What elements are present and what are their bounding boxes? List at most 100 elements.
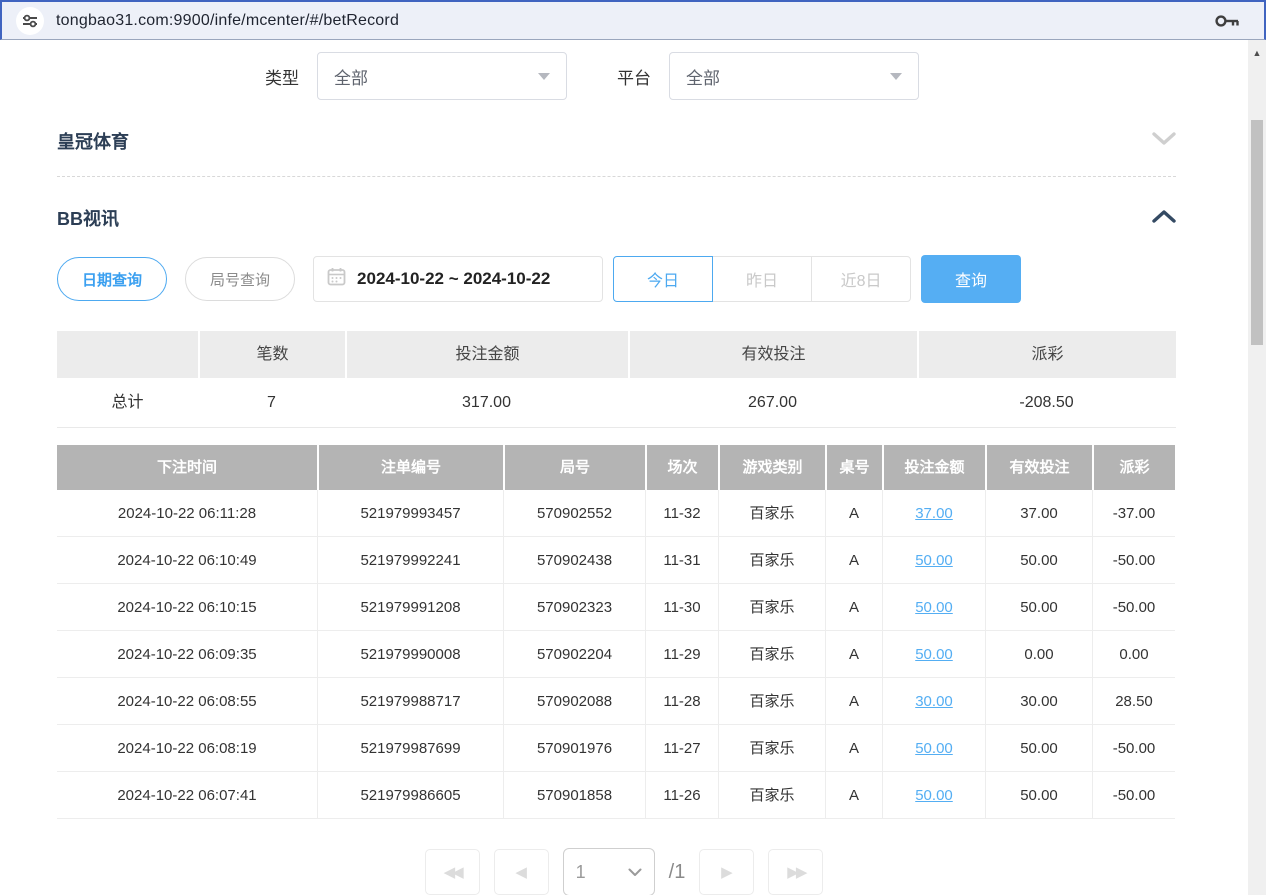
type-filter-select[interactable]: 全部 [317, 52, 567, 100]
session: 11-28 [645, 678, 718, 725]
bet-record-page: 类型 全部 平台 全部 皇冠体育 BB视讯 [0, 40, 1248, 895]
left-arrow-icon: ◀ [515, 863, 527, 881]
password-key-icon[interactable] [1214, 12, 1250, 30]
summary-col-blank [57, 331, 198, 378]
bet-amount-value[interactable]: 50.00 [915, 646, 953, 663]
chevron-up-icon[interactable] [1152, 209, 1176, 228]
date-range-input[interactable]: 2024-10-22 ~ 2024-10-22 [313, 256, 603, 302]
col-header-game-type: 游戏类别 [718, 445, 825, 490]
game-type: 百家乐 [718, 772, 825, 819]
yesterday-button[interactable]: 昨日 [712, 256, 812, 302]
site-settings-icon[interactable] [16, 7, 44, 35]
next-page-button[interactable]: ▶ [699, 849, 754, 895]
bet-amount-value[interactable]: 50.00 [915, 787, 953, 804]
payout: -50.00 [1092, 537, 1175, 584]
platform-filter-value: 全部 [686, 64, 720, 89]
bet-time: 2024-10-22 06:10:15 [57, 584, 317, 631]
payout: 0.00 [1092, 631, 1175, 678]
prev-page-button[interactable]: ◀ [494, 849, 549, 895]
scrollbar-thumb[interactable] [1251, 120, 1263, 345]
table-row: 2024-10-22 06:09:35521979990008570902204… [57, 631, 1176, 678]
type-filter-value: 全部 [334, 64, 368, 89]
col-header-payout: 派彩 [1092, 445, 1175, 490]
payout: -50.00 [1092, 772, 1175, 819]
bet-id: 521979986605 [317, 772, 503, 819]
today-button[interactable]: 今日 [613, 256, 713, 302]
yesterday-label: 昨日 [746, 267, 778, 291]
valid-bet: 50.00 [985, 537, 1092, 584]
table-row: 2024-10-22 06:07:41521979986605570901858… [57, 772, 1176, 819]
bet-amount-link[interactable]: 50.00 [882, 537, 985, 584]
summary-col-payout: 派彩 [917, 331, 1176, 378]
vertical-scrollbar[interactable]: ▲ [1248, 40, 1266, 895]
bet-amount-value[interactable]: 50.00 [915, 552, 953, 569]
type-filter-label: 类型 [265, 64, 299, 89]
browser-address-bar: tongbao31.com:9900/infe/mcenter/#/betRec… [0, 0, 1266, 40]
col-header-table-no: 桌号 [825, 445, 882, 490]
bet-amount-value[interactable]: 50.00 [915, 740, 953, 757]
caret-down-icon [538, 73, 550, 80]
chevron-down-icon [628, 868, 642, 877]
session: 11-27 [645, 725, 718, 772]
quick-range-group: 今日 昨日 近8日 [613, 256, 911, 302]
first-page-button[interactable]: ◀◀ [425, 849, 480, 895]
round-query-button[interactable]: 局号查询 [185, 257, 295, 301]
section-title-crown-sports: 皇冠体育 [57, 128, 129, 154]
table-no: A [825, 584, 882, 631]
bet-amount-value[interactable]: 30.00 [915, 693, 953, 710]
summary-table: 笔数 投注金额 有效投注 派彩 总计 7 317.00 267.00 -208.… [57, 331, 1176, 428]
table-row: 2024-10-22 06:08:19521979987699570901976… [57, 725, 1176, 772]
summary-total-row: 总计 7 317.00 267.00 -208.50 [57, 378, 1176, 428]
session: 11-31 [645, 537, 718, 584]
table-row: 2024-10-22 06:10:15521979991208570902323… [57, 584, 1176, 631]
chevron-down-icon[interactable] [1152, 132, 1176, 151]
valid-bet: 50.00 [985, 584, 1092, 631]
round-id: 570902204 [503, 631, 645, 678]
game-type: 百家乐 [718, 725, 825, 772]
bet-time: 2024-10-22 06:09:35 [57, 631, 317, 678]
round-id: 570902552 [503, 490, 645, 537]
date-range-value: 2024-10-22 ~ 2024-10-22 [357, 269, 550, 289]
session: 11-29 [645, 631, 718, 678]
payout: 28.50 [1092, 678, 1175, 725]
date-query-button[interactable]: 日期查询 [57, 257, 167, 301]
session: 11-32 [645, 490, 718, 537]
col-header-bet-id: 注单编号 [317, 445, 503, 490]
session: 11-30 [645, 584, 718, 631]
bet-amount-link[interactable]: 50.00 [882, 631, 985, 678]
col-header-bet-time: 下注时间 [57, 445, 317, 490]
summary-total-valid: 267.00 [628, 378, 917, 427]
date-query-label: 日期查询 [82, 269, 142, 290]
bet-amount-value[interactable]: 50.00 [915, 599, 953, 616]
bet-id: 521979993457 [317, 490, 503, 537]
col-header-session: 场次 [645, 445, 718, 490]
summary-total-bet: 317.00 [345, 378, 628, 427]
bet-amount-link[interactable]: 37.00 [882, 490, 985, 537]
url-text[interactable]: tongbao31.com:9900/infe/mcenter/#/betRec… [56, 12, 399, 30]
section-crown-sports[interactable]: 皇冠体育 [57, 128, 1176, 154]
table-row: 2024-10-22 06:08:55521979988717570902088… [57, 678, 1176, 725]
recent8-button[interactable]: 近8日 [811, 256, 911, 302]
table-no: A [825, 725, 882, 772]
summary-total-count: 7 [198, 378, 345, 427]
bet-time: 2024-10-22 06:08:19 [57, 725, 317, 772]
valid-bet: 50.00 [985, 725, 1092, 772]
bet-amount-link[interactable]: 50.00 [882, 772, 985, 819]
bet-amount-link[interactable]: 30.00 [882, 678, 985, 725]
valid-bet: 50.00 [985, 772, 1092, 819]
last-page-button[interactable]: ▶▶ [768, 849, 823, 895]
table-no: A [825, 490, 882, 537]
bet-amount-link[interactable]: 50.00 [882, 725, 985, 772]
page-select[interactable]: 1 [563, 848, 655, 895]
col-header-valid-bet: 有效投注 [985, 445, 1092, 490]
summary-col-bet: 投注金额 [345, 331, 628, 378]
game-type: 百家乐 [718, 631, 825, 678]
platform-filter-select[interactable]: 全部 [669, 52, 919, 100]
search-button[interactable]: 查询 [921, 255, 1021, 303]
bet-amount-value[interactable]: 37.00 [915, 505, 953, 522]
bet-id: 521979992241 [317, 537, 503, 584]
bet-amount-link[interactable]: 50.00 [882, 584, 985, 631]
today-label: 今日 [647, 267, 679, 291]
section-bb-video[interactable]: BB视讯 [57, 205, 1176, 231]
scrollbar-up-arrow-icon[interactable]: ▲ [1248, 48, 1266, 58]
